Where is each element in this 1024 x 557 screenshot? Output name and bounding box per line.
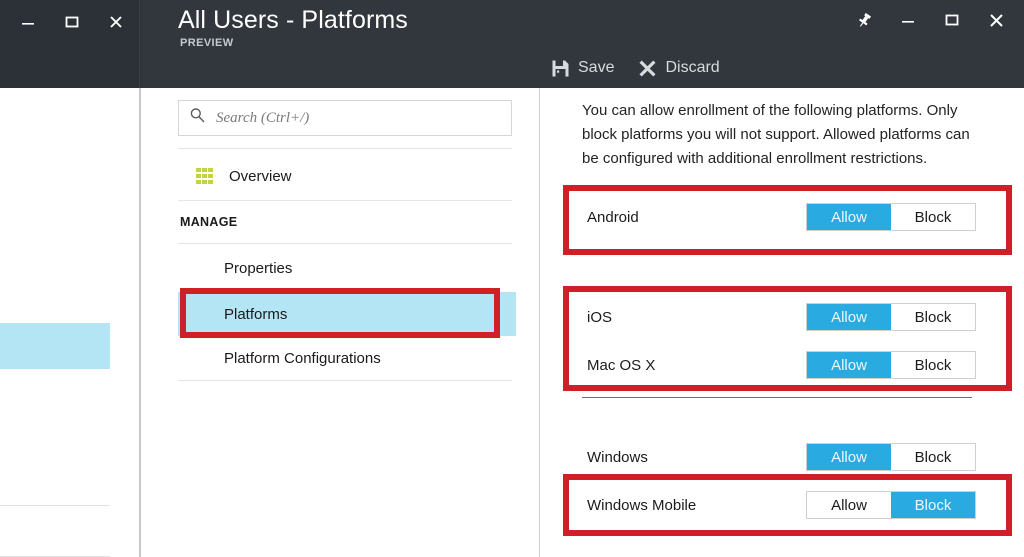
platform-toggle-android: Allow Block (806, 203, 976, 231)
blade-toolbar: Save Discard (541, 48, 734, 88)
search-placeholder: Search (Ctrl+/) (216, 109, 310, 126)
platform-name: Windows Mobile (587, 496, 697, 514)
search-input[interactable]: Search (Ctrl+/) (178, 100, 512, 136)
nav-section-label: MANAGE (180, 215, 238, 229)
sidebar-item-label: Overview (229, 167, 292, 185)
blade-edge-divider (139, 88, 141, 557)
platform-name: Android (587, 208, 639, 226)
allow-button[interactable]: Allow (807, 444, 891, 470)
platform-toggle-ios: Allow Block (806, 303, 976, 331)
platform-toggle-mac-os-x: Allow Block (806, 351, 976, 379)
platform-name: Mac OS X (587, 356, 656, 374)
platform-row-ios: iOS Allow Block (541, 293, 1024, 341)
close-button[interactable] (94, 4, 138, 40)
block-button[interactable]: Block (891, 352, 975, 378)
sidebar-item-platforms[interactable]: Platforms (178, 292, 516, 336)
preview-badge: PREVIEW (180, 37, 234, 49)
sidebar-item-overview[interactable]: Overview (178, 154, 512, 198)
nav-divider (178, 380, 512, 381)
blade-header: All Users - Platforms PREVIEW Save Disca… (0, 0, 1024, 88)
platform-row-mac-os-x: Mac OS X Allow Block (541, 341, 1024, 389)
content-divider (582, 397, 972, 398)
platform-toggle-windows: Allow Block (806, 443, 976, 471)
save-icon (551, 59, 570, 78)
platform-name: Windows (587, 448, 648, 466)
nav-section-header: MANAGE (178, 202, 512, 242)
block-button[interactable]: Block (891, 444, 975, 470)
discard-button[interactable]: Discard (628, 55, 733, 82)
allow-button[interactable]: Allow (807, 304, 891, 330)
sidebar-item-label: Platform Configurations (224, 349, 381, 367)
save-label: Save (578, 59, 615, 76)
platform-row-android: Android Allow Block (541, 193, 1024, 241)
background-blade-divider (0, 505, 110, 506)
save-button[interactable]: Save (541, 55, 628, 82)
azure-portal-blade: All Users - Platforms PREVIEW Save Disca… (0, 0, 1024, 557)
platform-row-windows-mobile: Windows Mobile Allow Block (541, 481, 1024, 529)
description-text: You can allow enrollment of the followin… (582, 102, 970, 167)
platform-row-windows: Windows Allow Block (541, 433, 1024, 481)
allow-button[interactable]: Allow (807, 352, 891, 378)
close-x-icon (638, 59, 657, 78)
nav-divider (178, 243, 512, 244)
background-window-controls (6, 4, 138, 40)
sidebar-item-label: Properties (224, 259, 293, 277)
pin-button[interactable] (842, 2, 886, 38)
allow-button[interactable]: Allow (807, 204, 891, 230)
nav-divider (178, 148, 512, 149)
grid-overview-icon (196, 167, 213, 185)
block-button[interactable]: Block (891, 204, 975, 230)
sidebar-item-label: Platforms (224, 305, 288, 323)
discard-label: Discard (665, 59, 720, 76)
page-title: All Users - Platforms (178, 6, 408, 34)
platform-name: iOS (587, 308, 613, 326)
block-button[interactable]: Block (891, 304, 975, 330)
sidebar-item-properties[interactable]: Properties (178, 246, 512, 290)
search-icon (189, 107, 206, 129)
blade-navigation-panel: Search (Ctrl+/) Overview MANAGE Properti… (142, 88, 540, 557)
nav-divider (178, 200, 512, 201)
platform-toggle-windows-mobile: Allow Block (806, 491, 976, 519)
blade-content-panel: You can allow enrollment of the followin… (541, 88, 1024, 557)
allow-button[interactable]: Allow (807, 492, 891, 518)
close-button[interactable] (974, 2, 1018, 38)
minimize-button[interactable] (6, 4, 50, 40)
block-button[interactable]: Block (891, 492, 975, 518)
restore-button[interactable] (50, 4, 94, 40)
blade-window-controls (842, 2, 1018, 38)
background-blade-selected-row (0, 323, 110, 369)
background-blade (0, 88, 140, 557)
sidebar-item-platform-configurations[interactable]: Platform Configurations (178, 336, 512, 380)
minimize-button[interactable] (886, 2, 930, 38)
maximize-button[interactable] (930, 2, 974, 38)
